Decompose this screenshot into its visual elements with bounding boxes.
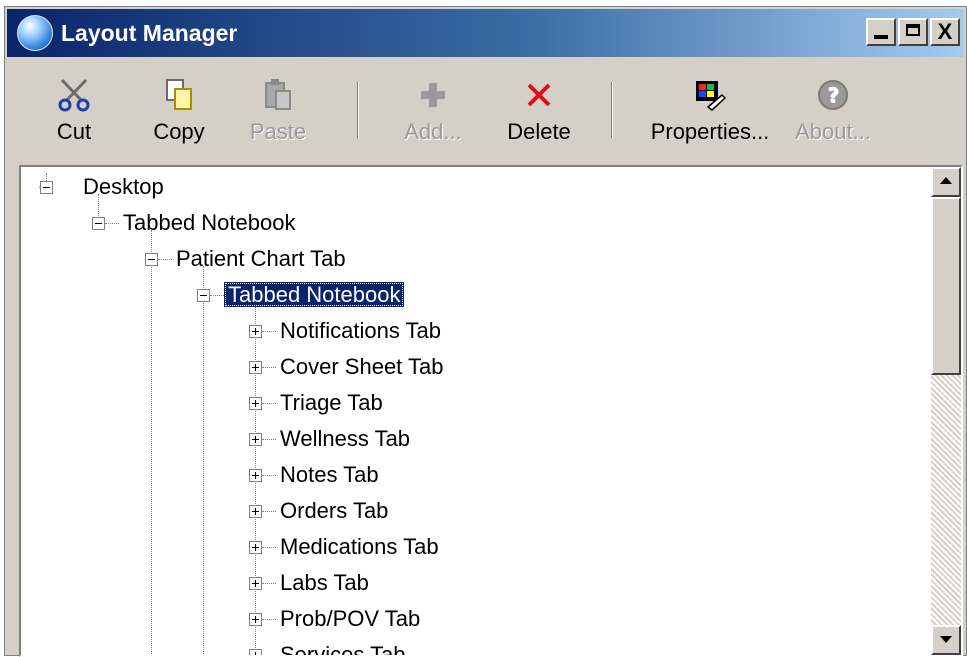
tree-connector: [262, 439, 276, 440]
tree-node-desktop[interactable]: Desktop: [79, 171, 168, 203]
scroll-down-button[interactable]: [931, 625, 961, 655]
tree-node-label: Triage Tab: [280, 390, 383, 415]
about-label: About...: [795, 119, 871, 144]
tree-node-label: Prob/POV Tab: [280, 606, 421, 631]
collapse-inner-tabbed-notebook-icon[interactable]: [197, 289, 210, 302]
tree-area: Desktop Tabbed Notebook Patient Chart Ta…: [21, 167, 931, 655]
tree-node-label: Desktop: [83, 174, 164, 199]
properties-button[interactable]: Properties...: [647, 77, 773, 145]
plus-icon: [421, 83, 445, 107]
scroll-thumb[interactable]: [931, 197, 961, 375]
layout-tree[interactable]: Desktop Tabbed Notebook Patient Chart Ta…: [19, 165, 963, 657]
copy-button[interactable]: Copy: [147, 77, 211, 145]
maximize-button[interactable]: [898, 18, 928, 46]
tree-node-services-tab[interactable]: Services Tab: [276, 639, 410, 655]
cut-button[interactable]: Cut: [49, 77, 99, 145]
tree-node-label: Tabbed Notebook: [224, 282, 405, 307]
collapse-patient-chart-tab-icon[interactable]: [145, 253, 158, 266]
expand-wellness-tab-icon[interactable]: [249, 433, 262, 446]
expand-services-tab-icon[interactable]: [249, 649, 262, 655]
toolbar: Cut Copy Paste Add... Delete Properties.…: [7, 59, 964, 163]
window-controls: X: [866, 18, 960, 46]
tree-node-notifications-tab[interactable]: Notifications Tab: [276, 315, 445, 347]
tree-node-label: Patient Chart Tab: [176, 246, 346, 271]
add-label: Add...: [404, 119, 462, 144]
tree-connector: [262, 583, 276, 584]
tree-connector: [210, 295, 224, 296]
tree-node-inner-tabbed-notebook[interactable]: Tabbed Notebook: [224, 279, 405, 311]
toolbar-separator: [611, 81, 613, 139]
delete-label: Delete: [507, 119, 571, 144]
tree-connector: [158, 259, 172, 260]
tree-node-label: Wellness Tab: [280, 426, 411, 451]
expand-orders-tab-icon[interactable]: [249, 505, 262, 518]
tree-node-label: Notifications Tab: [280, 318, 442, 343]
tree-node-tabbed-notebook[interactable]: Tabbed Notebook: [119, 207, 299, 239]
tree-node-orders-tab[interactable]: Orders Tab: [276, 495, 392, 527]
expand-notifications-tab-icon[interactable]: [249, 325, 262, 338]
paste-button[interactable]: Paste: [243, 77, 313, 145]
properties-icon: [696, 81, 727, 111]
tree-node-label: Labs Tab: [280, 570, 369, 595]
vertical-scrollbar[interactable]: [931, 167, 961, 655]
tree-node-label: Cover Sheet Tab: [280, 354, 444, 379]
app-globe-icon: [17, 15, 53, 51]
tree-node-wellness-tab[interactable]: Wellness Tab: [276, 423, 414, 455]
tree-node-triage-tab[interactable]: Triage Tab: [276, 387, 387, 419]
copy-icon: [166, 79, 192, 110]
expand-labs-tab-icon[interactable]: [249, 577, 262, 590]
about-button[interactable]: ? About...: [791, 77, 875, 145]
tree-node-label: Medications Tab: [280, 534, 439, 559]
paste-label: Paste: [249, 119, 307, 144]
toolbar-separator: [357, 81, 359, 139]
tree-connector: [262, 367, 276, 368]
expand-medications-tab-icon[interactable]: [249, 541, 262, 554]
tree-connector: [105, 223, 119, 224]
delete-x-icon: [527, 83, 551, 107]
properties-label: Properties...: [650, 119, 770, 144]
help-icon: ?: [818, 80, 848, 110]
tree-node-label: Notes Tab: [280, 462, 379, 487]
tree-connector: [262, 511, 276, 512]
tree-connector: [203, 266, 204, 655]
tree-node-label: Services Tab: [280, 642, 406, 655]
expand-prob-pov-tab-icon[interactable]: [249, 613, 262, 626]
title-bar[interactable]: Layout Manager X: [7, 9, 964, 57]
window-title: Layout Manager: [61, 19, 238, 46]
collapse-tabbed-notebook-icon[interactable]: [92, 217, 105, 230]
scissors-icon: [58, 78, 90, 112]
minimize-button[interactable]: [866, 18, 896, 46]
scroll-up-button[interactable]: [931, 167, 961, 197]
layout-manager-window: Layout Manager X Cut Copy Paste Add... D…: [4, 6, 967, 657]
delete-button[interactable]: Delete: [501, 77, 577, 145]
svg-text:?: ?: [827, 83, 839, 107]
cut-label: Cut: [56, 119, 92, 144]
tree-node-labs-tab[interactable]: Labs Tab: [276, 567, 373, 599]
expand-cover-sheet-tab-icon[interactable]: [249, 361, 262, 374]
tree-node-patient-chart-tab[interactable]: Patient Chart Tab: [172, 243, 350, 275]
close-button[interactable]: X: [930, 18, 960, 46]
tree-node-cover-sheet-tab[interactable]: Cover Sheet Tab: [276, 351, 447, 383]
paste-icon: [265, 79, 291, 110]
tree-connector: [262, 331, 276, 332]
tree-connector: [262, 547, 276, 548]
tree-node-notes-tab[interactable]: Notes Tab: [276, 459, 383, 491]
tree-node-medications-tab[interactable]: Medications Tab: [276, 531, 443, 563]
expand-triage-tab-icon[interactable]: [249, 397, 262, 410]
add-button[interactable]: Add...: [401, 77, 465, 145]
tree-node-label: Orders Tab: [280, 498, 389, 523]
expand-notes-tab-icon[interactable]: [249, 469, 262, 482]
tree-connector: [262, 403, 276, 404]
tree-node-prob-pov-tab[interactable]: Prob/POV Tab: [276, 603, 424, 635]
tree-node-label: Tabbed Notebook: [123, 210, 296, 235]
tree-connector: [151, 230, 152, 655]
collapse-desktop-icon[interactable]: [40, 181, 53, 194]
copy-label: Copy: [153, 119, 205, 144]
tree-connector: [262, 619, 276, 620]
tree-connector: [262, 475, 276, 476]
